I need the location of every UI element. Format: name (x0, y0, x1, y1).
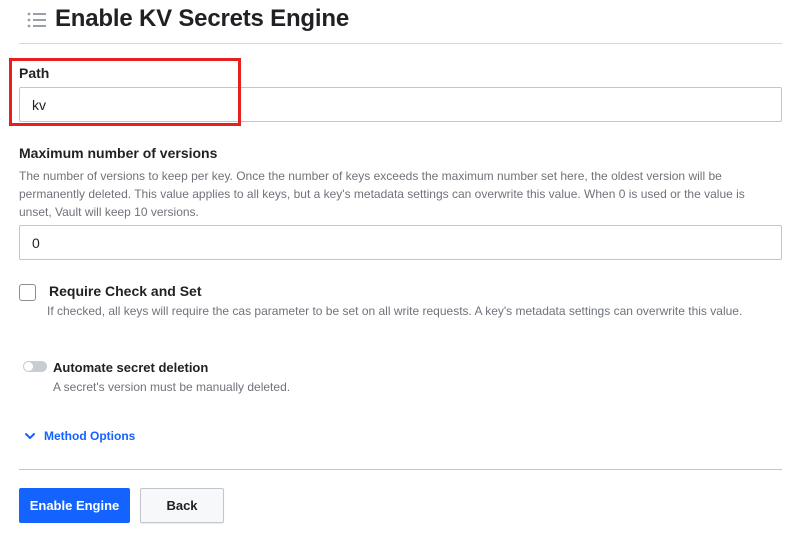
auto-delete-label: Automate secret deletion (53, 360, 209, 375)
divider (19, 469, 782, 470)
page-header: Enable KV Secrets Engine (19, 0, 782, 44)
cas-help: If checked, all keys will require the ca… (47, 304, 743, 318)
max-versions-help: The number of versions to keep per key. … (19, 169, 745, 219)
method-options-toggle[interactable]: Method Options (24, 427, 135, 445)
cas-checkbox[interactable] (19, 284, 36, 301)
enable-kv-page: Enable KV Secrets Engine Path Maximum nu… (0, 0, 807, 539)
max-versions-label: Maximum number of versions (19, 145, 218, 161)
cas-label: Require Check and Set (49, 283, 202, 299)
enable-engine-button[interactable]: Enable Engine (19, 488, 130, 523)
page-title: Enable KV Secrets Engine (55, 5, 349, 32)
path-label: Path (19, 65, 50, 81)
toggle-knob (24, 362, 33, 371)
max-versions-input[interactable] (19, 225, 782, 260)
list-icon (27, 12, 46, 28)
chevron-down-icon (25, 433, 35, 439)
path-input[interactable] (19, 87, 782, 122)
auto-delete-toggle[interactable] (23, 361, 47, 372)
method-options-label: Method Options (44, 429, 136, 443)
auto-delete-help: A secret's version must be manually dele… (53, 380, 291, 394)
back-button[interactable]: Back (140, 488, 224, 523)
